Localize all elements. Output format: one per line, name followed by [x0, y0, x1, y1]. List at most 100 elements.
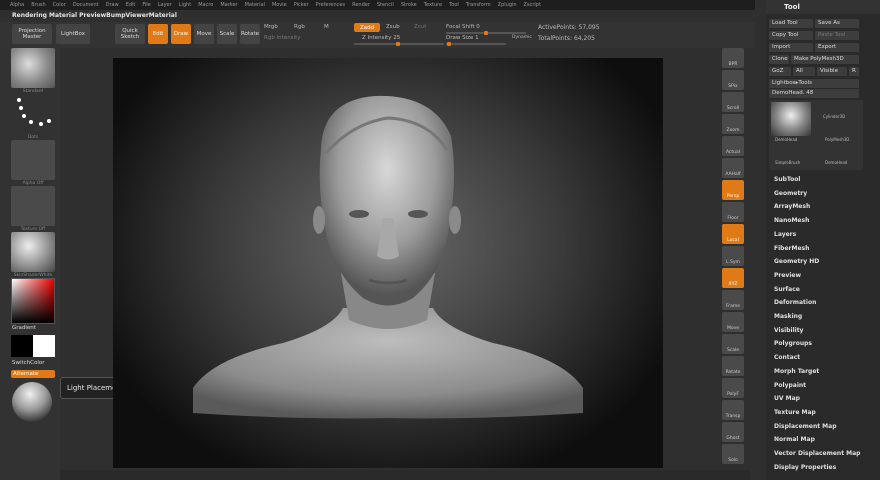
shelf-actual-button[interactable]: Actual — [722, 136, 744, 156]
zcut-toggle[interactable]: Zcut — [414, 24, 426, 30]
menu-item-file[interactable]: File — [142, 2, 150, 8]
menu-item-macro[interactable]: Macro — [198, 2, 213, 8]
lightbox-button[interactable]: LightBox — [56, 24, 90, 44]
save-as-button[interactable]: Save As — [815, 19, 859, 28]
section-subtool[interactable]: SubTool — [774, 176, 800, 183]
section-visibility[interactable]: Visibility — [774, 327, 803, 334]
menu-item-material[interactable]: Material — [245, 2, 265, 8]
section-layers[interactable]: Layers — [774, 231, 796, 238]
z-intensity-label[interactable]: Z Intensity 25 — [362, 35, 400, 41]
menu-item-render[interactable]: Render — [352, 2, 370, 8]
menu-item-picker[interactable]: Picker — [294, 2, 309, 8]
move-mode-button[interactable]: Move — [194, 24, 214, 44]
stroke-selector[interactable]: Dots — [11, 94, 55, 140]
material-selector[interactable]: SkinShaderWhite — [11, 232, 55, 278]
thumb-simplebrush-label[interactable]: SimpleBrush — [775, 160, 800, 165]
menu-item-zplugin[interactable]: Zplugin — [498, 2, 517, 8]
alpha-selector[interactable]: Alpha Off — [11, 140, 55, 186]
section-geometry[interactable]: Geometry — [774, 190, 807, 197]
load-tool-button[interactable]: Load Tool — [769, 19, 813, 28]
menu-item-tool[interactable]: Tool — [449, 2, 459, 8]
primary-color-swatch[interactable] — [33, 335, 55, 357]
section-geometry-hd[interactable]: Geometry HD — [774, 258, 819, 265]
section-preview[interactable]: Preview — [774, 272, 801, 279]
paste-tool-button[interactable]: Paste Tool — [815, 31, 859, 40]
section-normal-map[interactable]: Normal Map — [774, 436, 815, 443]
thumb-polymesh-label[interactable]: PolyMesh3D — [825, 137, 849, 142]
r-button[interactable]: R — [849, 67, 859, 76]
shelf-scroll-button[interactable]: Scroll — [722, 92, 744, 112]
shelf-polyf-button[interactable]: PolyF — [722, 378, 744, 398]
light-sphere[interactable] — [12, 382, 52, 422]
gradient-label[interactable]: Gradient — [12, 325, 36, 331]
brush-selector[interactable]: Standard — [11, 48, 55, 94]
menu-item-stroke[interactable]: Stroke — [401, 2, 417, 8]
z-intensity-slider[interactable] — [354, 42, 444, 46]
shelf-xyz-button[interactable]: XYZ — [722, 268, 744, 288]
shelf-scale-button[interactable]: Scale — [722, 334, 744, 354]
menu-item-marker[interactable]: Marker — [220, 2, 237, 8]
section-uv-map[interactable]: UV Map — [774, 395, 800, 402]
menu-item-alpha[interactable]: Alpha — [10, 2, 24, 8]
color-picker[interactable] — [11, 278, 55, 324]
scale-mode-button[interactable]: Scale — [217, 24, 237, 44]
draw-mode-button[interactable]: Draw — [171, 24, 191, 44]
rgb-intensity-label[interactable]: Rgb Intensity — [264, 35, 301, 41]
mrgb-toggle[interactable]: Mrgb — [264, 24, 278, 30]
rotate-mode-button[interactable]: Rotate — [240, 24, 260, 44]
clone-button[interactable]: Clone — [769, 55, 789, 64]
draw-size-label[interactable]: Draw Size 1 — [446, 35, 479, 41]
canvas-viewport[interactable] — [113, 58, 663, 468]
focal-shift-label[interactable]: Focal Shift 0 — [446, 24, 480, 30]
thumb-demohead2-label[interactable]: DemoHead — [825, 160, 847, 165]
section-masking[interactable]: Masking — [774, 313, 802, 320]
section-morph-target[interactable]: Morph Target — [774, 368, 819, 375]
secondary-color-swatch[interactable] — [11, 335, 33, 357]
menu-item-light[interactable]: Light — [179, 2, 191, 8]
alternate-button[interactable]: Alternate — [11, 370, 55, 378]
shelf-persp-button[interactable]: Persp — [722, 180, 744, 200]
section-vector-displacement-map[interactable]: Vector Displacement Map — [774, 450, 860, 457]
switch-color-button[interactable]: SwitchColor — [12, 360, 45, 366]
section-displacement-map[interactable]: Displacement Map — [774, 423, 837, 430]
lightbox-tools-button[interactable]: Lightbox▸Tools — [769, 79, 859, 88]
menu-item-texture[interactable]: Texture — [424, 2, 442, 8]
focal-shift-slider[interactable] — [446, 31, 526, 35]
shelf-zoom-button[interactable]: Zoom — [722, 114, 744, 134]
make-polymesh-button[interactable]: Make PolyMesh3D — [791, 55, 859, 64]
section-texture-map[interactable]: Texture Map — [774, 409, 816, 416]
m-toggle[interactable]: M — [324, 24, 329, 30]
rgb-toggle[interactable]: Rgb — [294, 24, 305, 30]
draw-size-slider[interactable] — [446, 42, 506, 46]
thumb-cylinder-label[interactable]: Cylinder3D — [823, 114, 845, 119]
projection-master-button[interactable]: Projection Master — [12, 24, 52, 44]
menu-item-stencil[interactable]: Stencil — [377, 2, 394, 8]
visible-button[interactable]: Visible — [817, 67, 847, 76]
menu-item-color[interactable]: Color — [53, 2, 66, 8]
shelf-aahalf-button[interactable]: AAHalf — [722, 158, 744, 178]
current-tool-slider[interactable]: DemoHead. 48 — [769, 89, 859, 98]
shelf-l-sym-button[interactable]: L.Sym — [722, 246, 744, 266]
copy-tool-button[interactable]: Copy Tool — [769, 31, 813, 40]
section-polygroups[interactable]: Polygroups — [774, 340, 812, 347]
thumb-demohead[interactable] — [771, 102, 811, 136]
section-nanomesh[interactable]: NanoMesh — [774, 217, 809, 224]
zadd-toggle[interactable]: Zadd — [354, 23, 380, 32]
texture-selector[interactable]: Texture Off — [11, 186, 55, 232]
shelf-local-button[interactable]: Local — [722, 224, 744, 244]
dynamic-toggle[interactable]: Dynamic — [512, 35, 532, 40]
section-display-properties[interactable]: Display Properties — [774, 464, 836, 471]
section-fibermesh[interactable]: FiberMesh — [774, 245, 809, 252]
shelf-spix-button[interactable]: SPix — [722, 70, 744, 90]
menu-item-layer[interactable]: Layer — [158, 2, 172, 8]
menu-item-preferences[interactable]: Preferences — [316, 2, 345, 8]
export-button[interactable]: Export — [815, 43, 859, 52]
goz-button[interactable]: GoZ — [769, 67, 791, 76]
section-surface[interactable]: Surface — [774, 286, 800, 293]
section-contact[interactable]: Contact — [774, 354, 800, 361]
menu-item-document[interactable]: Document — [73, 2, 99, 8]
shelf-solo-button[interactable]: Solo — [722, 444, 744, 464]
shelf-transp-button[interactable]: Transp — [722, 400, 744, 420]
quick-sketch-button[interactable]: Quick Sketch — [115, 24, 145, 44]
menu-item-movie[interactable]: Movie — [272, 2, 287, 8]
